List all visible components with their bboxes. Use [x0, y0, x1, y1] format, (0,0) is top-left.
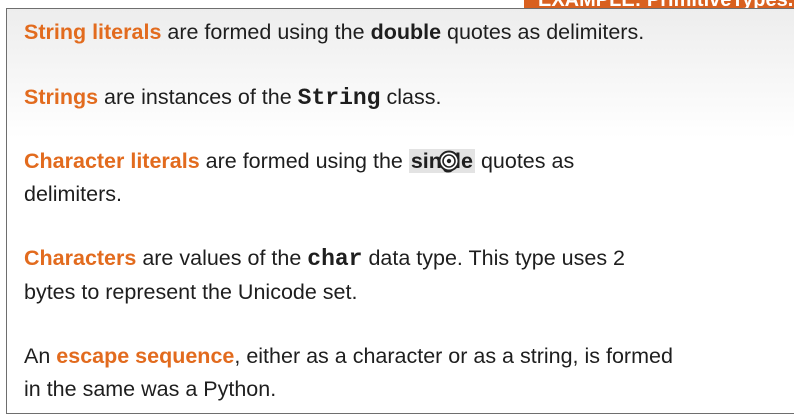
text: An — [24, 344, 57, 368]
content-panel: String literals are formed using the dou… — [6, 8, 794, 414]
paragraph-strings: Strings are instances of the String clas… — [24, 81, 441, 115]
text-line2: in the same was a Python. — [24, 377, 277, 401]
text: are formed using the — [199, 149, 409, 173]
text: quotes as delimiters. — [441, 20, 645, 44]
term-escape-sequence: escape sequence — [56, 344, 235, 368]
text: are formed using the — [161, 20, 371, 44]
text: are instances of the — [98, 85, 298, 109]
code-string: String — [297, 85, 381, 111]
paragraph-character-literals: Character literals are formed using the … — [24, 145, 574, 211]
term-strings: Strings — [24, 85, 99, 109]
term-character-literals: Character literals — [24, 149, 200, 173]
text: quotes as — [474, 149, 575, 173]
slide: EXAMPLE: PrimitiveTypes.ja String litera… — [0, 0, 794, 418]
text: are values of the — [136, 246, 308, 270]
text: , either as a character or as a string, … — [234, 344, 673, 368]
text-line2: delimiters. — [24, 182, 122, 206]
zoom-cursor-icon — [438, 150, 460, 172]
code-char: char — [307, 246, 363, 272]
text: class. — [380, 85, 442, 109]
term-characters: Characters — [24, 246, 137, 270]
paragraph-string-literals: String literals are formed using the dou… — [24, 16, 644, 49]
text: data type. This type uses 2 — [362, 246, 626, 270]
selected-word-single[interactable]: single — [408, 149, 475, 173]
paragraph-characters: Characters are values of the char data t… — [24, 242, 625, 309]
text-line2: bytes to represent the Unicode set. — [24, 280, 358, 304]
paragraph-escape-sequence: An escape sequence, either as a characte… — [24, 340, 673, 406]
bold-double: double — [370, 20, 442, 44]
term-string-literals: String literals — [24, 20, 162, 44]
